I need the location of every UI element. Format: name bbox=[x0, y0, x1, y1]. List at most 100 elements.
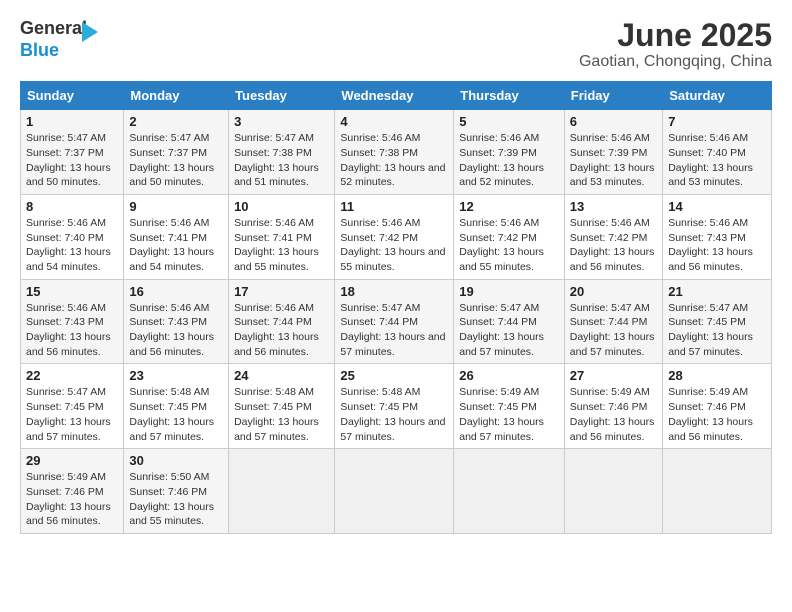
day-number: 3 bbox=[234, 114, 329, 129]
calendar-cell: 13 Sunrise: 5:46 AM Sunset: 7:42 PM Dayl… bbox=[564, 194, 662, 279]
header-sunday: Sunday bbox=[21, 82, 124, 110]
day-number: 9 bbox=[129, 199, 223, 214]
day-number: 22 bbox=[26, 368, 118, 383]
day-info: Sunrise: 5:49 AM Sunset: 7:46 PM Dayligh… bbox=[26, 470, 118, 529]
logo-general: General bbox=[20, 18, 87, 38]
day-info: Sunrise: 5:46 AM Sunset: 7:38 PM Dayligh… bbox=[340, 131, 448, 190]
day-number: 14 bbox=[668, 199, 766, 214]
day-info: Sunrise: 5:48 AM Sunset: 7:45 PM Dayligh… bbox=[234, 385, 329, 444]
day-number: 27 bbox=[570, 368, 657, 383]
calendar-cell: 2 Sunrise: 5:47 AM Sunset: 7:37 PM Dayli… bbox=[124, 110, 229, 195]
day-info: Sunrise: 5:47 AM Sunset: 7:38 PM Dayligh… bbox=[234, 131, 329, 190]
calendar-cell: 19 Sunrise: 5:47 AM Sunset: 7:44 PM Dayl… bbox=[454, 279, 565, 364]
calendar-cell bbox=[564, 449, 662, 534]
day-number: 17 bbox=[234, 284, 329, 299]
day-info: Sunrise: 5:49 AM Sunset: 7:46 PM Dayligh… bbox=[570, 385, 657, 444]
day-info: Sunrise: 5:47 AM Sunset: 7:45 PM Dayligh… bbox=[668, 301, 766, 360]
day-number: 16 bbox=[129, 284, 223, 299]
day-number: 18 bbox=[340, 284, 448, 299]
calendar-cell: 23 Sunrise: 5:48 AM Sunset: 7:45 PM Dayl… bbox=[124, 364, 229, 449]
day-info: Sunrise: 5:46 AM Sunset: 7:42 PM Dayligh… bbox=[570, 216, 657, 275]
header-saturday: Saturday bbox=[663, 82, 772, 110]
calendar-cell: 6 Sunrise: 5:46 AM Sunset: 7:39 PM Dayli… bbox=[564, 110, 662, 195]
calendar-cell: 11 Sunrise: 5:46 AM Sunset: 7:42 PM Dayl… bbox=[335, 194, 454, 279]
day-number: 6 bbox=[570, 114, 657, 129]
calendar-cell: 29 Sunrise: 5:49 AM Sunset: 7:46 PM Dayl… bbox=[21, 449, 124, 534]
calendar-week-row: 15 Sunrise: 5:46 AM Sunset: 7:43 PM Dayl… bbox=[21, 279, 772, 364]
day-number: 12 bbox=[459, 199, 559, 214]
calendar-cell: 9 Sunrise: 5:46 AM Sunset: 7:41 PM Dayli… bbox=[124, 194, 229, 279]
day-number: 15 bbox=[26, 284, 118, 299]
day-info: Sunrise: 5:46 AM Sunset: 7:41 PM Dayligh… bbox=[234, 216, 329, 275]
header-thursday: Thursday bbox=[454, 82, 565, 110]
calendar-cell: 1 Sunrise: 5:47 AM Sunset: 7:37 PM Dayli… bbox=[21, 110, 124, 195]
calendar-cell: 25 Sunrise: 5:48 AM Sunset: 7:45 PM Dayl… bbox=[335, 364, 454, 449]
day-number: 20 bbox=[570, 284, 657, 299]
logo-blue: Blue bbox=[20, 40, 59, 60]
calendar-cell: 27 Sunrise: 5:49 AM Sunset: 7:46 PM Dayl… bbox=[564, 364, 662, 449]
calendar-cell: 16 Sunrise: 5:46 AM Sunset: 7:43 PM Dayl… bbox=[124, 279, 229, 364]
day-info: Sunrise: 5:49 AM Sunset: 7:46 PM Dayligh… bbox=[668, 385, 766, 444]
day-info: Sunrise: 5:46 AM Sunset: 7:42 PM Dayligh… bbox=[459, 216, 559, 275]
day-info: Sunrise: 5:47 AM Sunset: 7:44 PM Dayligh… bbox=[340, 301, 448, 360]
day-info: Sunrise: 5:49 AM Sunset: 7:45 PM Dayligh… bbox=[459, 385, 559, 444]
calendar-cell: 15 Sunrise: 5:46 AM Sunset: 7:43 PM Dayl… bbox=[21, 279, 124, 364]
calendar-cell bbox=[454, 449, 565, 534]
logo-arrow-icon bbox=[82, 22, 98, 42]
calendar-cell: 26 Sunrise: 5:49 AM Sunset: 7:45 PM Dayl… bbox=[454, 364, 565, 449]
calendar-cell: 18 Sunrise: 5:47 AM Sunset: 7:44 PM Dayl… bbox=[335, 279, 454, 364]
calendar-month-year: June 2025 bbox=[579, 18, 772, 53]
page-header: General Blue June 2025 Gaotian, Chongqin… bbox=[20, 18, 772, 71]
day-info: Sunrise: 5:46 AM Sunset: 7:43 PM Dayligh… bbox=[26, 301, 118, 360]
day-info: Sunrise: 5:46 AM Sunset: 7:44 PM Dayligh… bbox=[234, 301, 329, 360]
calendar-location: Gaotian, Chongqing, China bbox=[579, 53, 772, 71]
calendar-cell: 20 Sunrise: 5:47 AM Sunset: 7:44 PM Dayl… bbox=[564, 279, 662, 364]
day-info: Sunrise: 5:46 AM Sunset: 7:43 PM Dayligh… bbox=[668, 216, 766, 275]
day-info: Sunrise: 5:47 AM Sunset: 7:44 PM Dayligh… bbox=[570, 301, 657, 360]
header-monday: Monday bbox=[124, 82, 229, 110]
day-info: Sunrise: 5:46 AM Sunset: 7:40 PM Dayligh… bbox=[26, 216, 118, 275]
day-info: Sunrise: 5:46 AM Sunset: 7:41 PM Dayligh… bbox=[129, 216, 223, 275]
calendar-cell: 7 Sunrise: 5:46 AM Sunset: 7:40 PM Dayli… bbox=[663, 110, 772, 195]
day-number: 25 bbox=[340, 368, 448, 383]
day-info: Sunrise: 5:46 AM Sunset: 7:40 PM Dayligh… bbox=[668, 131, 766, 190]
calendar-cell bbox=[335, 449, 454, 534]
calendar-cell: 14 Sunrise: 5:46 AM Sunset: 7:43 PM Dayl… bbox=[663, 194, 772, 279]
day-info: Sunrise: 5:46 AM Sunset: 7:43 PM Dayligh… bbox=[129, 301, 223, 360]
calendar-table: Sunday Monday Tuesday Wednesday Thursday… bbox=[20, 81, 772, 534]
day-number: 8 bbox=[26, 199, 118, 214]
day-info: Sunrise: 5:46 AM Sunset: 7:39 PM Dayligh… bbox=[570, 131, 657, 190]
calendar-week-row: 8 Sunrise: 5:46 AM Sunset: 7:40 PM Dayli… bbox=[21, 194, 772, 279]
day-info: Sunrise: 5:48 AM Sunset: 7:45 PM Dayligh… bbox=[340, 385, 448, 444]
day-number: 10 bbox=[234, 199, 329, 214]
calendar-cell bbox=[663, 449, 772, 534]
day-number: 24 bbox=[234, 368, 329, 383]
day-number: 19 bbox=[459, 284, 559, 299]
calendar-week-row: 22 Sunrise: 5:47 AM Sunset: 7:45 PM Dayl… bbox=[21, 364, 772, 449]
calendar-title-area: June 2025 Gaotian, Chongqing, China bbox=[579, 18, 772, 71]
calendar-cell: 22 Sunrise: 5:47 AM Sunset: 7:45 PM Dayl… bbox=[21, 364, 124, 449]
calendar-cell: 17 Sunrise: 5:46 AM Sunset: 7:44 PM Dayl… bbox=[229, 279, 335, 364]
calendar-cell: 24 Sunrise: 5:48 AM Sunset: 7:45 PM Dayl… bbox=[229, 364, 335, 449]
calendar-cell: 28 Sunrise: 5:49 AM Sunset: 7:46 PM Dayl… bbox=[663, 364, 772, 449]
day-number: 4 bbox=[340, 114, 448, 129]
calendar-cell: 30 Sunrise: 5:50 AM Sunset: 7:46 PM Dayl… bbox=[124, 449, 229, 534]
calendar-week-row: 29 Sunrise: 5:49 AM Sunset: 7:46 PM Dayl… bbox=[21, 449, 772, 534]
logo: General Blue bbox=[20, 18, 110, 68]
calendar-header-row: Sunday Monday Tuesday Wednesday Thursday… bbox=[21, 82, 772, 110]
day-info: Sunrise: 5:47 AM Sunset: 7:44 PM Dayligh… bbox=[459, 301, 559, 360]
calendar-cell: 21 Sunrise: 5:47 AM Sunset: 7:45 PM Dayl… bbox=[663, 279, 772, 364]
day-number: 1 bbox=[26, 114, 118, 129]
calendar-cell: 5 Sunrise: 5:46 AM Sunset: 7:39 PM Dayli… bbox=[454, 110, 565, 195]
day-number: 23 bbox=[129, 368, 223, 383]
day-number: 7 bbox=[668, 114, 766, 129]
day-number: 30 bbox=[129, 453, 223, 468]
header-friday: Friday bbox=[564, 82, 662, 110]
calendar-cell: 8 Sunrise: 5:46 AM Sunset: 7:40 PM Dayli… bbox=[21, 194, 124, 279]
day-info: Sunrise: 5:47 AM Sunset: 7:45 PM Dayligh… bbox=[26, 385, 118, 444]
day-number: 28 bbox=[668, 368, 766, 383]
calendar-cell: 3 Sunrise: 5:47 AM Sunset: 7:38 PM Dayli… bbox=[229, 110, 335, 195]
logo-text: General Blue bbox=[20, 18, 87, 61]
day-number: 5 bbox=[459, 114, 559, 129]
day-number: 21 bbox=[668, 284, 766, 299]
